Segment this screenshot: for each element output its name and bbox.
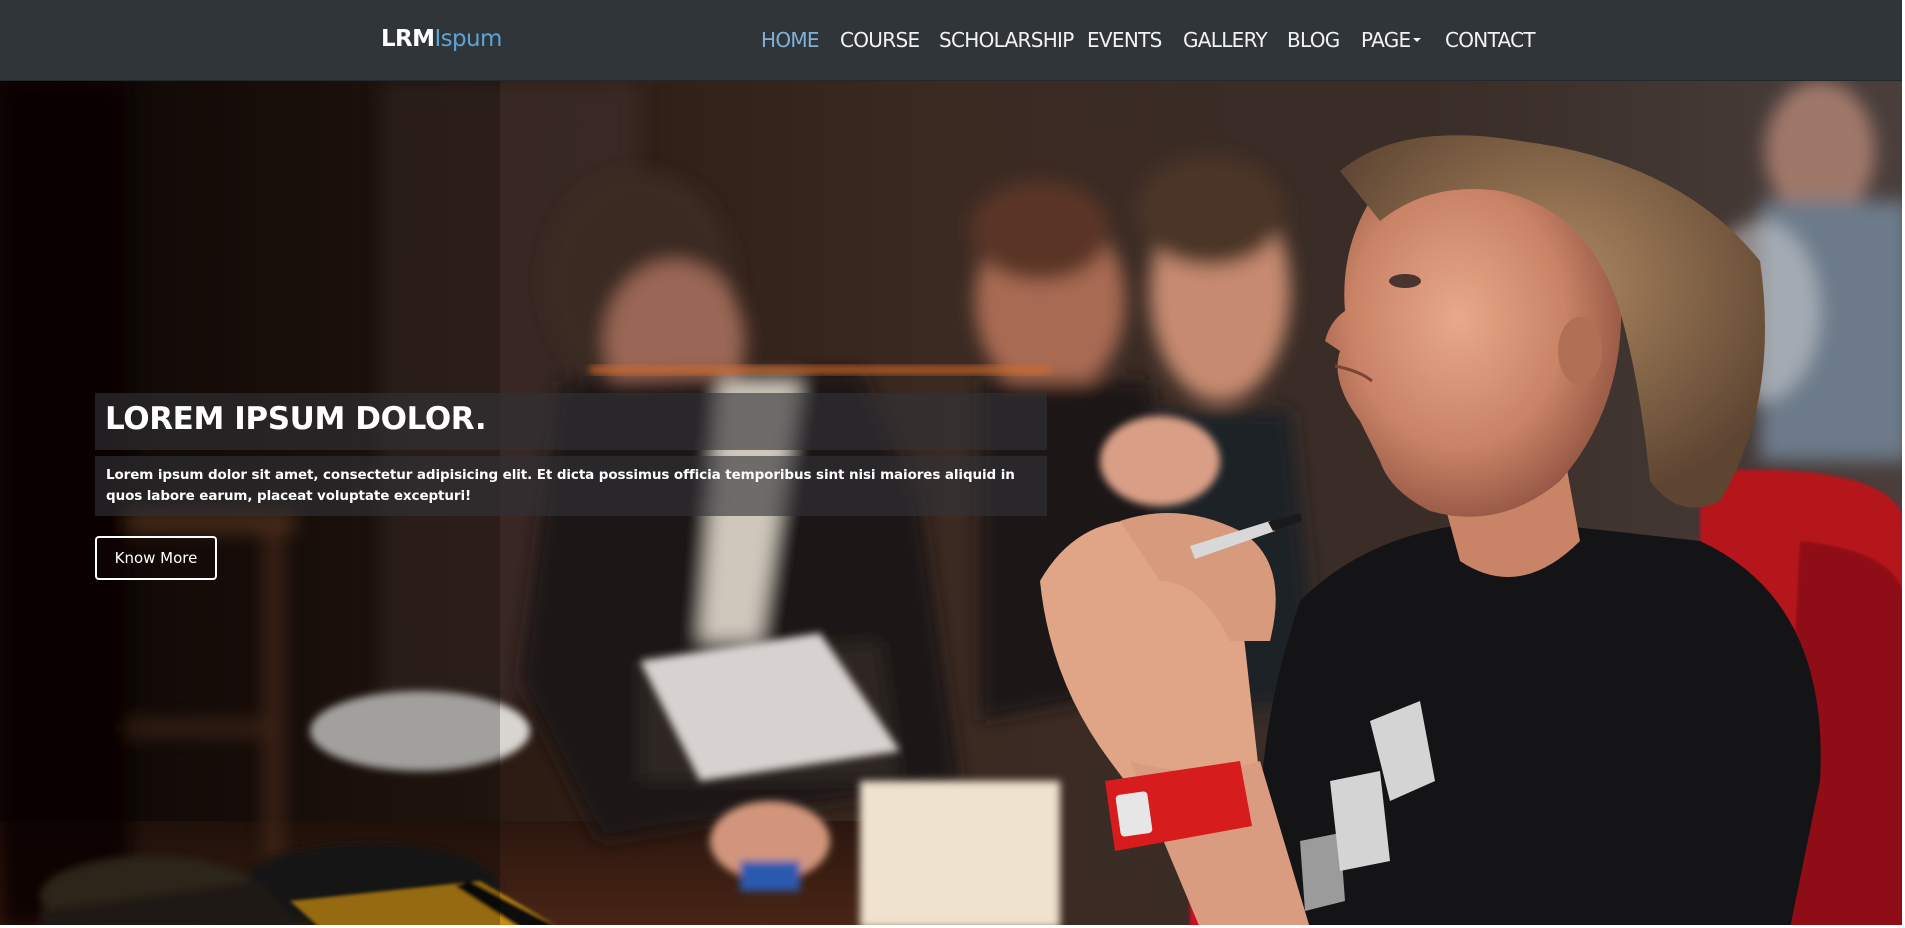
- nav-item-page[interactable]: PAGE: [1361, 28, 1422, 52]
- hero-title: LOREM IPSUM DOLOR.: [95, 393, 1047, 450]
- nav-item-gallery[interactable]: GALLERY: [1183, 28, 1268, 52]
- hero-slider: LOREM IPSUM DOLOR. Lorem ipsum dolor sit…: [0, 81, 1905, 928]
- navbar: LRMIspum HOME COURSE SCHOLARSHIP EVENTS …: [0, 0, 1905, 81]
- nav-item-blog[interactable]: BLOG: [1287, 28, 1340, 52]
- nav-item-home[interactable]: HOME: [761, 28, 820, 52]
- nav-item-page-label: PAGE: [1361, 28, 1411, 52]
- hero-description: Lorem ipsum dolor sit amet, consectetur …: [95, 456, 1047, 516]
- know-more-button[interactable]: Know More: [95, 536, 217, 580]
- nav-item-events[interactable]: EVENTS: [1087, 28, 1162, 52]
- nav-item-scholarship[interactable]: SCHOLARSHIP: [939, 28, 1074, 52]
- nav-item-course[interactable]: COURSE: [840, 28, 920, 52]
- nav-item-contact[interactable]: CONTACT: [1445, 28, 1536, 52]
- page: LRMIspum HOME COURSE SCHOLARSHIP EVENTS …: [0, 0, 1905, 928]
- caret-down-icon: [1413, 37, 1422, 42]
- nav-menu: HOME COURSE SCHOLARSHIP EVENTS GALLERY B…: [0, 0, 1905, 81]
